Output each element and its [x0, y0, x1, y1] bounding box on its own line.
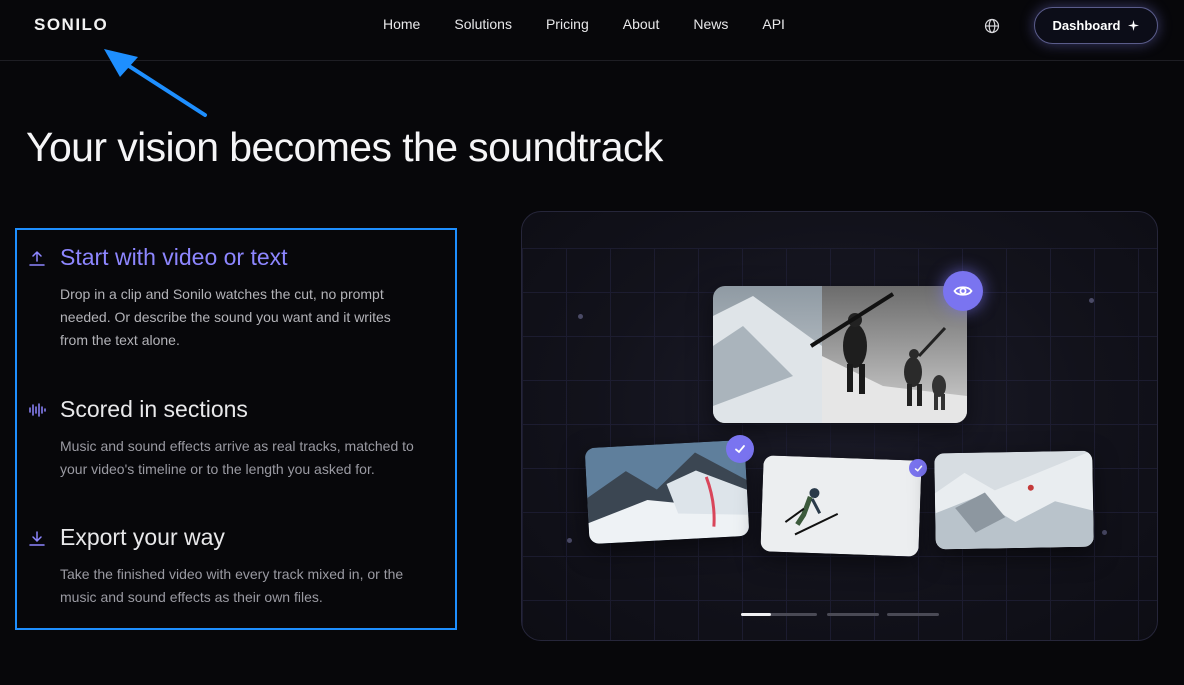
- check-icon: [726, 435, 754, 463]
- download-icon: [29, 530, 45, 546]
- annotation-arrow-icon: [104, 49, 207, 117]
- feature-description: Drop in a clip and Sonilo watches the cu…: [60, 286, 391, 348]
- preview-stage: [521, 211, 1158, 641]
- upload-icon: [29, 250, 45, 266]
- feature-title: Export your way: [60, 524, 225, 550]
- dashboard-label: Dashboard: [1052, 18, 1121, 33]
- stage-dot: [567, 538, 572, 543]
- video-thumbnail-ski-slope: [584, 439, 750, 545]
- globe-icon[interactable]: [984, 18, 1000, 34]
- stage-dot: [1102, 530, 1107, 535]
- nav-link-home[interactable]: Home: [383, 16, 420, 32]
- video-card-ski-slope[interactable]: [584, 439, 750, 545]
- stage-dot: [578, 314, 583, 319]
- stage-dot: [1089, 298, 1094, 303]
- nav-link-solutions[interactable]: Solutions: [454, 16, 512, 32]
- video-thumbnail-ski-jump: [760, 455, 922, 557]
- feature-title: Scored in sections: [60, 396, 248, 422]
- video-card-ski-jump[interactable]: [760, 455, 922, 557]
- waveform-icon: [29, 402, 46, 417]
- nav-link-news[interactable]: News: [693, 16, 728, 32]
- feature-item-video-text[interactable]: Start with video or text Drop in a clip …: [28, 244, 448, 352]
- feature-item-sections[interactable]: Scored in sections Music and sound effec…: [28, 396, 448, 481]
- video-card-mountain-ridge[interactable]: [934, 450, 1094, 550]
- feature-item-export[interactable]: Export your way Take the finished video …: [28, 524, 448, 609]
- video-thumbnail-mountaineers: [713, 286, 967, 423]
- sparkle-icon: [1128, 20, 1140, 31]
- feature-description: Music and sound effects arrive as real t…: [60, 438, 414, 477]
- nav-links: Home Solutions Pricing About News API: [383, 16, 819, 32]
- feature-title: Start with video or text: [60, 244, 288, 270]
- logo[interactable]: SONILO: [34, 15, 108, 35]
- feature-description: Take the finished video with every track…: [60, 566, 404, 605]
- video-preview-main[interactable]: [713, 286, 967, 423]
- carousel-dot-3[interactable]: [887, 613, 939, 616]
- features-panel: Start with video or text Drop in a clip …: [15, 228, 457, 630]
- check-icon: [909, 459, 927, 477]
- video-thumbnail-mountain-ridge: [934, 450, 1094, 550]
- nav-link-pricing[interactable]: Pricing: [546, 16, 589, 32]
- carousel-dot-1[interactable]: [741, 613, 817, 616]
- dashboard-button[interactable]: Dashboard: [1034, 7, 1158, 44]
- hero-title: Your vision becomes the soundtrack: [26, 124, 663, 170]
- nav-link-about[interactable]: About: [623, 16, 660, 32]
- eye-icon[interactable]: [943, 271, 983, 311]
- carousel-dot-2[interactable]: [827, 613, 879, 616]
- nav-link-api[interactable]: API: [762, 16, 785, 32]
